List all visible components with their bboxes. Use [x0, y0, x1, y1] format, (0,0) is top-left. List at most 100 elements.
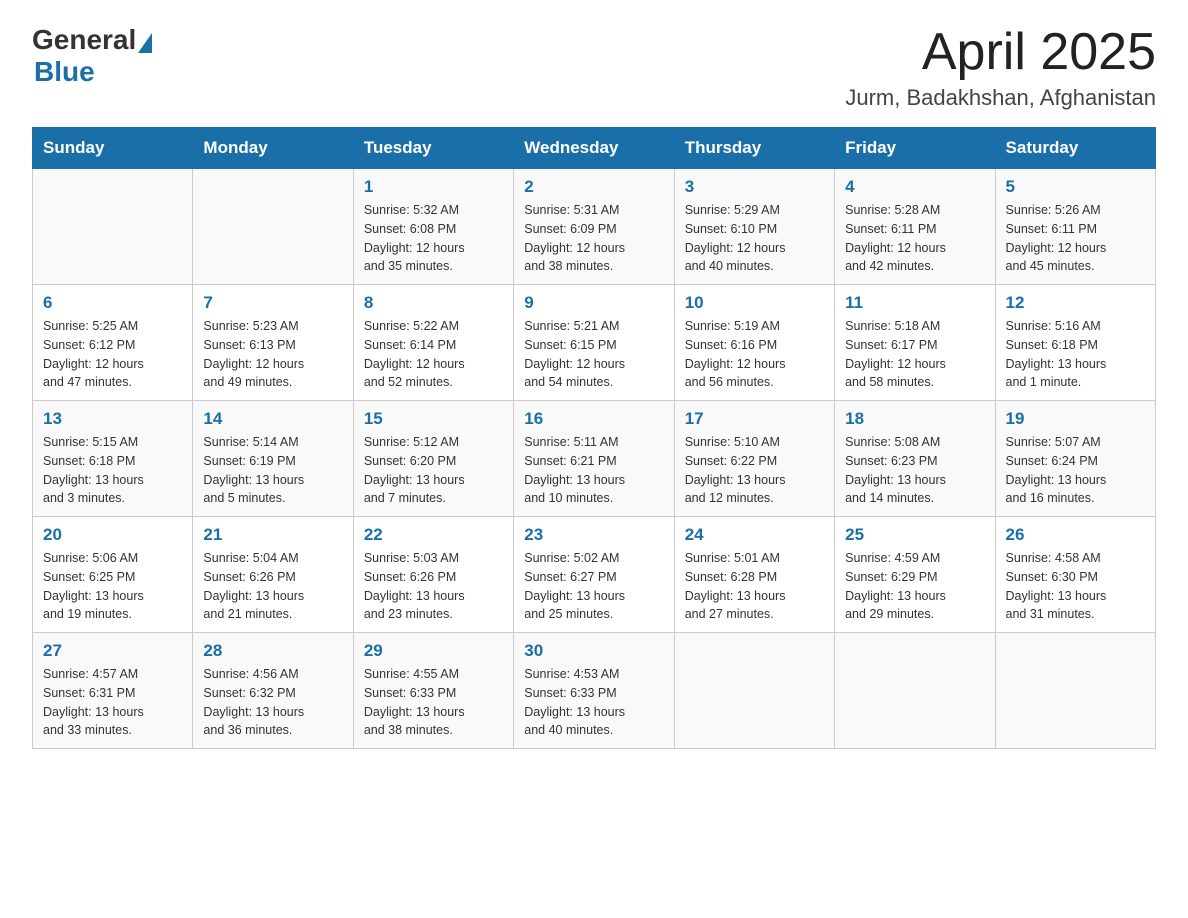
- calendar-cell: 25 Sunrise: 4:59 AM Sunset: 6:29 PM Dayli…: [835, 517, 995, 633]
- calendar-header-tuesday: Tuesday: [353, 128, 513, 169]
- day-number: 4: [845, 177, 984, 197]
- day-info: Sunrise: 5:22 AM Sunset: 6:14 PM Dayligh…: [364, 317, 503, 392]
- day-info: Sunrise: 4:56 AM Sunset: 6:32 PM Dayligh…: [203, 665, 342, 740]
- calendar-cell: 28 Sunrise: 4:56 AM Sunset: 6:32 PM Dayli…: [193, 633, 353, 749]
- day-info: Sunrise: 4:58 AM Sunset: 6:30 PM Dayligh…: [1006, 549, 1145, 624]
- day-info: Sunrise: 5:07 AM Sunset: 6:24 PM Dayligh…: [1006, 433, 1145, 508]
- day-number: 8: [364, 293, 503, 313]
- calendar-cell: 23Sunrise: 5:02 AM Sunset: 6:27 PM Dayli…: [514, 517, 674, 633]
- day-number: 18: [845, 409, 984, 429]
- calendar-cell: 15 Sunrise: 5:12 AM Sunset: 6:20 PM Dayli…: [353, 401, 513, 517]
- day-number: 25: [845, 525, 984, 545]
- calendar-header-friday: Friday: [835, 128, 995, 169]
- day-info: Sunrise: 4:55 AM Sunset: 6:33 PM Dayligh…: [364, 665, 503, 740]
- day-number: 27: [43, 641, 182, 661]
- calendar-cell: 7 Sunrise: 5:23 AM Sunset: 6:13 PM Daylig…: [193, 285, 353, 401]
- calendar-cell: 1 Sunrise: 5:32 AM Sunset: 6:08 PM Daylig…: [353, 169, 513, 285]
- calendar-cell: 27Sunrise: 4:57 AM Sunset: 6:31 PM Dayli…: [33, 633, 193, 749]
- calendar-cell: 17 Sunrise: 5:10 AM Sunset: 6:22 PM Dayli…: [674, 401, 834, 517]
- calendar-header-monday: Monday: [193, 128, 353, 169]
- day-info: Sunrise: 5:19 AM Sunset: 6:16 PM Dayligh…: [685, 317, 824, 392]
- day-number: 17: [685, 409, 824, 429]
- day-info: Sunrise: 5:06 AM Sunset: 6:25 PM Dayligh…: [43, 549, 182, 624]
- calendar-cell: [33, 169, 193, 285]
- logo-triangle-icon: [138, 33, 152, 53]
- day-info: Sunrise: 5:18 AM Sunset: 6:17 PM Dayligh…: [845, 317, 984, 392]
- day-number: 29: [364, 641, 503, 661]
- day-info: Sunrise: 5:08 AM Sunset: 6:23 PM Dayligh…: [845, 433, 984, 508]
- calendar-header-sunday: Sunday: [33, 128, 193, 169]
- day-info: Sunrise: 4:53 AM Sunset: 6:33 PM Dayligh…: [524, 665, 663, 740]
- calendar-cell: 5Sunrise: 5:26 AM Sunset: 6:11 PM Daylig…: [995, 169, 1155, 285]
- day-info: Sunrise: 5:01 AM Sunset: 6:28 PM Dayligh…: [685, 549, 824, 624]
- calendar-cell: 9Sunrise: 5:21 AM Sunset: 6:15 PM Daylig…: [514, 285, 674, 401]
- day-number: 12: [1006, 293, 1145, 313]
- calendar-header-row: SundayMondayTuesdayWednesdayThursdayFrid…: [33, 128, 1156, 169]
- calendar-cell: 14Sunrise: 5:14 AM Sunset: 6:19 PM Dayli…: [193, 401, 353, 517]
- calendar-cell: 18 Sunrise: 5:08 AM Sunset: 6:23 PM Dayli…: [835, 401, 995, 517]
- day-number: 22: [364, 525, 503, 545]
- day-number: 9: [524, 293, 663, 313]
- day-info: Sunrise: 5:11 AM Sunset: 6:21 PM Dayligh…: [524, 433, 663, 508]
- calendar-cell: 13 Sunrise: 5:15 AM Sunset: 6:18 PM Dayli…: [33, 401, 193, 517]
- day-number: 2: [524, 177, 663, 197]
- day-number: 6: [43, 293, 182, 313]
- calendar-cell: 10 Sunrise: 5:19 AM Sunset: 6:16 PM Dayli…: [674, 285, 834, 401]
- day-info: Sunrise: 5:23 AM Sunset: 6:13 PM Dayligh…: [203, 317, 342, 392]
- day-number: 15: [364, 409, 503, 429]
- calendar-cell: 20Sunrise: 5:06 AM Sunset: 6:25 PM Dayli…: [33, 517, 193, 633]
- calendar-week-row: 6 Sunrise: 5:25 AM Sunset: 6:12 PM Daylig…: [33, 285, 1156, 401]
- day-info: Sunrise: 4:59 AM Sunset: 6:29 PM Dayligh…: [845, 549, 984, 624]
- calendar-table: SundayMondayTuesdayWednesdayThursdayFrid…: [32, 127, 1156, 749]
- day-number: 21: [203, 525, 342, 545]
- location-title: Jurm, Badakhshan, Afghanistan: [845, 85, 1156, 111]
- title-block: April 2025 Jurm, Badakhshan, Afghanistan: [845, 24, 1156, 111]
- logo-general-text: General: [32, 24, 136, 56]
- day-number: 3: [685, 177, 824, 197]
- day-number: 16: [524, 409, 663, 429]
- day-number: 10: [685, 293, 824, 313]
- calendar-cell: 8 Sunrise: 5:22 AM Sunset: 6:14 PM Daylig…: [353, 285, 513, 401]
- day-info: Sunrise: 5:32 AM Sunset: 6:08 PM Dayligh…: [364, 201, 503, 276]
- day-number: 7: [203, 293, 342, 313]
- day-number: 30: [524, 641, 663, 661]
- calendar-cell: 19 Sunrise: 5:07 AM Sunset: 6:24 PM Dayli…: [995, 401, 1155, 517]
- day-number: 13: [43, 409, 182, 429]
- day-info: Sunrise: 5:14 AM Sunset: 6:19 PM Dayligh…: [203, 433, 342, 508]
- day-info: Sunrise: 5:10 AM Sunset: 6:22 PM Dayligh…: [685, 433, 824, 508]
- calendar-cell: 12Sunrise: 5:16 AM Sunset: 6:18 PM Dayli…: [995, 285, 1155, 401]
- calendar-cell: 26 Sunrise: 4:58 AM Sunset: 6:30 PM Dayli…: [995, 517, 1155, 633]
- calendar-header-saturday: Saturday: [995, 128, 1155, 169]
- day-info: Sunrise: 5:31 AM Sunset: 6:09 PM Dayligh…: [524, 201, 663, 276]
- calendar-cell: [193, 169, 353, 285]
- day-info: Sunrise: 5:03 AM Sunset: 6:26 PM Dayligh…: [364, 549, 503, 624]
- calendar-cell: 24Sunrise: 5:01 AM Sunset: 6:28 PM Dayli…: [674, 517, 834, 633]
- day-number: 1: [364, 177, 503, 197]
- calendar-cell: [995, 633, 1155, 749]
- day-number: 28: [203, 641, 342, 661]
- day-number: 26: [1006, 525, 1145, 545]
- calendar-week-row: 27Sunrise: 4:57 AM Sunset: 6:31 PM Dayli…: [33, 633, 1156, 749]
- day-info: Sunrise: 5:02 AM Sunset: 6:27 PM Dayligh…: [524, 549, 663, 624]
- logo-blue-text: Blue: [34, 56, 95, 88]
- day-info: Sunrise: 5:12 AM Sunset: 6:20 PM Dayligh…: [364, 433, 503, 508]
- day-number: 11: [845, 293, 984, 313]
- calendar-cell: 11 Sunrise: 5:18 AM Sunset: 6:17 PM Dayli…: [835, 285, 995, 401]
- calendar-cell: 6 Sunrise: 5:25 AM Sunset: 6:12 PM Daylig…: [33, 285, 193, 401]
- calendar-cell: 16 Sunrise: 5:11 AM Sunset: 6:21 PM Dayli…: [514, 401, 674, 517]
- day-info: Sunrise: 5:25 AM Sunset: 6:12 PM Dayligh…: [43, 317, 182, 392]
- day-info: Sunrise: 5:29 AM Sunset: 6:10 PM Dayligh…: [685, 201, 824, 276]
- day-number: 19: [1006, 409, 1145, 429]
- calendar-cell: 21 Sunrise: 5:04 AM Sunset: 6:26 PM Dayli…: [193, 517, 353, 633]
- day-info: Sunrise: 5:15 AM Sunset: 6:18 PM Dayligh…: [43, 433, 182, 508]
- calendar-week-row: 1 Sunrise: 5:32 AM Sunset: 6:08 PM Daylig…: [33, 169, 1156, 285]
- calendar-cell: 3 Sunrise: 5:29 AM Sunset: 6:10 PM Daylig…: [674, 169, 834, 285]
- day-info: Sunrise: 5:28 AM Sunset: 6:11 PM Dayligh…: [845, 201, 984, 276]
- month-title: April 2025: [845, 24, 1156, 81]
- day-info: Sunrise: 5:04 AM Sunset: 6:26 PM Dayligh…: [203, 549, 342, 624]
- calendar-cell: 29 Sunrise: 4:55 AM Sunset: 6:33 PM Dayli…: [353, 633, 513, 749]
- calendar-cell: 30 Sunrise: 4:53 AM Sunset: 6:33 PM Dayli…: [514, 633, 674, 749]
- calendar-header-thursday: Thursday: [674, 128, 834, 169]
- calendar-week-row: 20Sunrise: 5:06 AM Sunset: 6:25 PM Dayli…: [33, 517, 1156, 633]
- calendar-cell: 2 Sunrise: 5:31 AM Sunset: 6:09 PM Daylig…: [514, 169, 674, 285]
